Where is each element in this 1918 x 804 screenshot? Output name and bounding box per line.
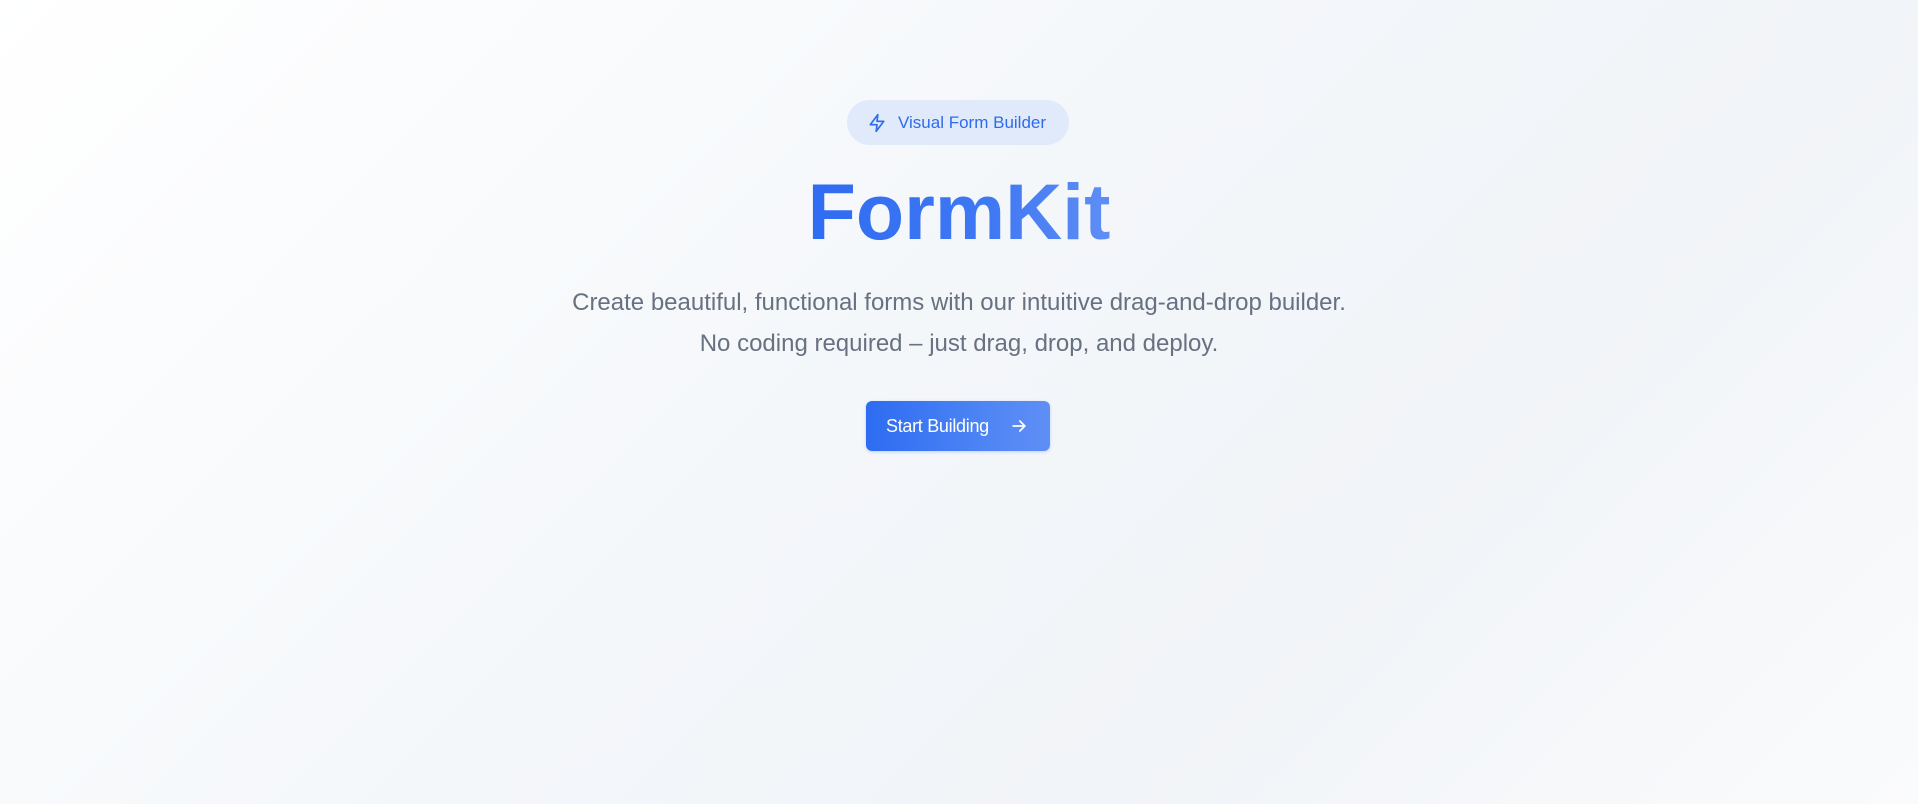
start-building-button[interactable]: Start Building <box>866 401 1050 451</box>
feature-badge: Visual Form Builder <box>847 100 1069 145</box>
start-building-label: Start Building <box>886 415 989 436</box>
page-title-text: FormKit <box>807 167 1111 256</box>
lightning-bolt-icon <box>867 113 887 133</box>
subtitle-line-2: No coding required – just drag, drop, an… <box>699 330 1219 357</box>
arrow-right-icon <box>1009 416 1029 436</box>
hero-section: Visual Form Builder FormKit Create beaut… <box>0 0 1918 804</box>
page-title: FormKit <box>0 166 1918 258</box>
feature-badge-label: Visual Form Builder <box>898 112 1047 132</box>
page-subtitle: Create beautiful, functional forms with … <box>0 282 1918 364</box>
subtitle-line-1: Create beautiful, functional forms with … <box>572 289 1346 316</box>
